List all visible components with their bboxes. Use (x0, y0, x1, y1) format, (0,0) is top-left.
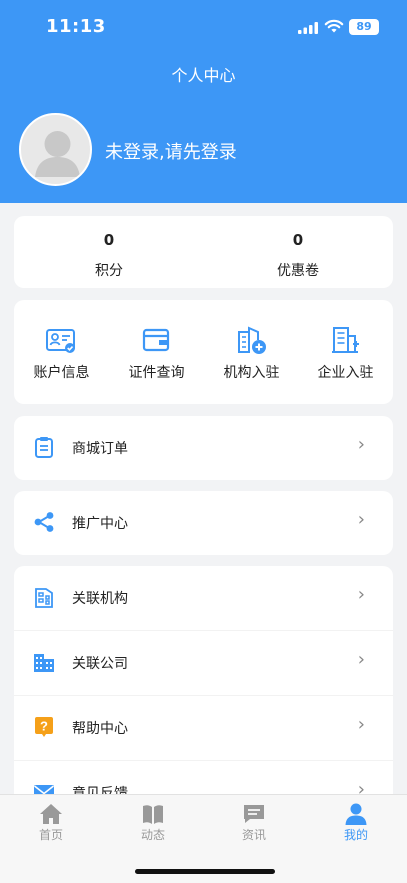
chevron-right-icon: › (357, 434, 365, 455)
quick-actions-card: 账户信息 证件查询 机构入驻 企业入驻 (14, 300, 393, 404)
svg-text:?: ? (40, 719, 48, 734)
chevron-right-icon: › (357, 714, 365, 735)
institution-icon (35, 588, 53, 608)
menu-item-orders[interactable]: 商城订单 › (14, 416, 393, 480)
promotion-label: 推广中心 (72, 516, 128, 532)
clipboard-icon (35, 437, 53, 458)
enterprise-join-button[interactable]: 企业入驻 (298, 300, 393, 404)
help-label: 帮助中心 (72, 721, 128, 737)
login-prompt[interactable]: 未登录,请先登录 (105, 138, 237, 164)
orders-label: 商城订单 (72, 441, 128, 457)
account-info-label: 账户信息 (33, 365, 90, 381)
menu-item-help[interactable]: ? 帮助中心 › (14, 696, 393, 760)
tab-mine[interactable]: 我的 (305, 795, 407, 845)
user-icon (345, 803, 367, 825)
points-value: 0 (103, 231, 115, 249)
home-icon (40, 804, 62, 824)
enterprise-join-label: 企业入驻 (317, 365, 374, 381)
chevron-right-icon: › (357, 649, 365, 670)
tab-news-label: 资讯 (241, 828, 266, 842)
wifi-icon (324, 19, 344, 33)
account-card-icon (46, 329, 75, 353)
tab-moments[interactable]: 动态 (102, 795, 204, 845)
document-query-button[interactable]: 证件查询 (109, 300, 204, 404)
account-info-button[interactable]: 账户信息 (14, 300, 109, 404)
tab-moments-label: 动态 (140, 828, 165, 842)
user-silhouette-icon (35, 131, 80, 177)
tab-home[interactable]: 首页 (0, 795, 102, 845)
promotion-card: 推广中心 › (14, 491, 393, 555)
profile-header: 11:13 89 个人中心 未登录,请先登录 (0, 0, 407, 203)
wallet-icon (142, 328, 170, 352)
stats-card: 0 积分 0 优惠卷 (14, 216, 393, 288)
menu-item-promotion[interactable]: 推广中心 › (14, 491, 393, 555)
document-query-label: 证件查询 (128, 365, 185, 381)
institution-join-button[interactable]: 机构入驻 (204, 300, 299, 404)
office-add-icon (332, 327, 359, 353)
building-add-icon (238, 326, 266, 354)
tab-news[interactable]: 资讯 (203, 795, 305, 845)
page-title: 个人中心 (171, 66, 236, 85)
status-time: 11:13 (46, 16, 106, 37)
tab-home-label: 首页 (38, 828, 63, 842)
points-stat[interactable]: 0 积分 (14, 216, 204, 288)
linked-company-label: 关联公司 (72, 656, 128, 672)
institution-join-label: 机构入驻 (223, 365, 280, 381)
battery-indicator: 89 (349, 19, 379, 35)
book-icon (143, 805, 163, 824)
chevron-right-icon: › (357, 509, 365, 530)
menu-item-linked-institution[interactable]: 关联机构 › (14, 566, 393, 630)
linked-institution-label: 关联机构 (72, 591, 128, 607)
status-bar: 11:13 89 (0, 14, 407, 42)
signal-icon (298, 22, 318, 34)
chevron-right-icon: › (357, 584, 365, 605)
coupon-stat[interactable]: 0 优惠卷 (203, 216, 393, 288)
menu-list-card: 关联机构 › 关联公司 › ? 帮助中心 › › (14, 566, 393, 806)
coupon-label: 优惠卷 (277, 263, 319, 279)
tab-mine-label: 我的 (343, 828, 368, 842)
company-icon (34, 654, 54, 672)
avatar[interactable] (19, 113, 92, 186)
points-label: 积分 (95, 263, 123, 279)
menu-item-linked-company[interactable]: 关联公司 › (14, 631, 393, 695)
home-indicator[interactable] (135, 869, 275, 874)
coupon-value: 0 (292, 231, 304, 249)
help-icon: ? (35, 717, 53, 737)
orders-card: 商城订单 › (14, 416, 393, 480)
share-icon (34, 512, 54, 532)
message-icon (244, 805, 264, 823)
